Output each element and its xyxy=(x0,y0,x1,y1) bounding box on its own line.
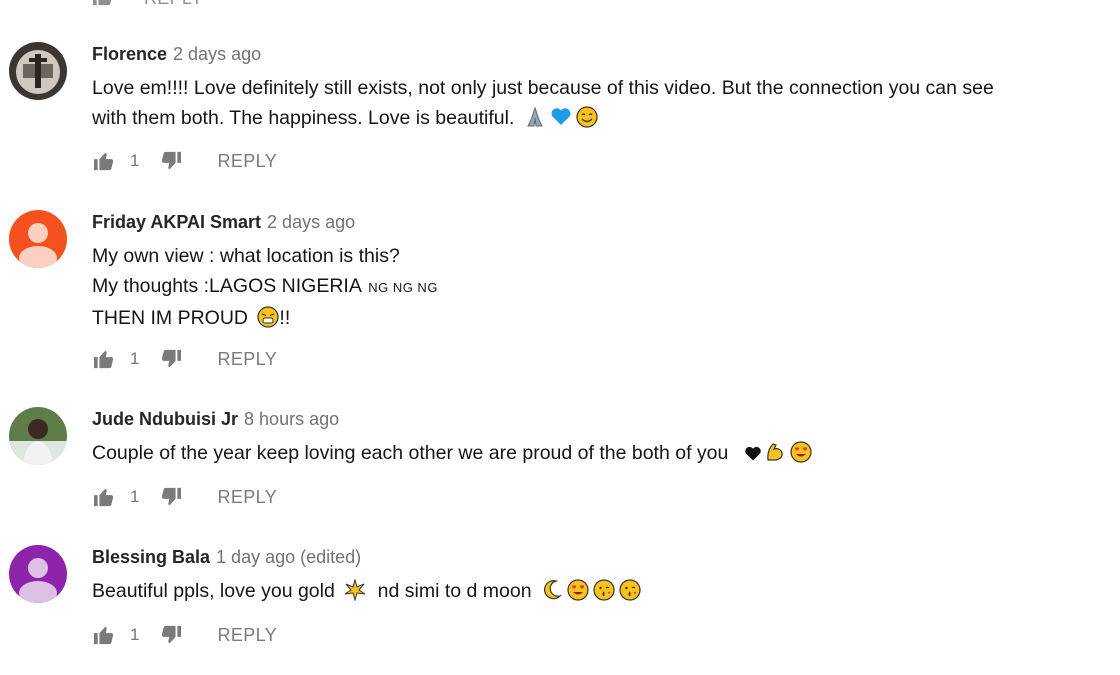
reply-button[interactable]: REPLY xyxy=(217,625,277,646)
avatar[interactable] xyxy=(9,407,67,465)
like-count: 1 xyxy=(130,487,140,506)
like-button[interactable] xyxy=(92,151,116,171)
like-count: 1 xyxy=(130,625,140,644)
thumbs-up-icon xyxy=(94,626,114,645)
sparkle-star-emoji-icon xyxy=(344,578,366,610)
crying-face-emoji-icon xyxy=(257,306,280,337)
dislike-button[interactable] xyxy=(159,151,183,171)
folded-hands-emoji-icon xyxy=(524,106,546,137)
comment-line: Beautiful ppls, love you gold xyxy=(92,580,335,602)
comment-time[interactable]: 2 days ago xyxy=(173,44,261,64)
comment-line: nd simi to d moon xyxy=(377,580,532,602)
thumbs-down-icon xyxy=(162,625,182,644)
thumbs-up-icon xyxy=(94,488,114,507)
thumbs-up-icon[interactable] xyxy=(92,0,114,11)
like-count: 1 xyxy=(130,349,140,368)
reply-button[interactable]: REPLY xyxy=(217,349,277,370)
thumbs-up-icon xyxy=(94,350,114,369)
reply-button[interactable]: REPLY xyxy=(217,151,277,172)
comment-text: My own view : what location is this? My … xyxy=(92,241,1080,337)
avatar[interactable] xyxy=(9,545,67,603)
thumbs-down-icon xyxy=(162,151,182,170)
comment-author[interactable]: Friday AKPAI Smart xyxy=(92,212,261,232)
kissing-face-emoji-icon xyxy=(619,579,641,610)
comment-line: My thoughts :LAGOS NIGERIA xyxy=(92,275,361,297)
comment-time[interactable]: 1 day ago (edited) xyxy=(216,547,361,567)
smiling-face-emoji-icon xyxy=(576,106,598,137)
comment-line: THEN IM PROUD xyxy=(92,307,248,329)
comment-line: with them both. The happiness. Love is b… xyxy=(92,107,515,129)
crescent-moon-emoji-icon xyxy=(541,579,563,610)
comment-text: Couple of the year keep loving each othe… xyxy=(92,438,1080,472)
flexed-biceps-emoji-icon xyxy=(764,441,786,472)
reply-button[interactable]: REPLY xyxy=(144,0,203,9)
avatar[interactable] xyxy=(9,42,67,100)
comment-time[interactable]: 2 days ago xyxy=(267,212,355,232)
like-count: 1 xyxy=(130,151,140,170)
comment-line: Love em!!!! Love definitely still exists… xyxy=(92,77,994,99)
like-button[interactable] xyxy=(92,487,116,507)
blue-heart-emoji-icon xyxy=(550,106,572,137)
comment-actions: 1 REPLY xyxy=(92,148,277,174)
dislike-button[interactable] xyxy=(159,349,183,369)
comment-actions: 1 REPLY xyxy=(92,484,277,510)
comment-author[interactable]: Blessing Bala xyxy=(92,547,210,567)
avatar[interactable] xyxy=(9,210,67,268)
flag-icons: NG NG NG xyxy=(368,280,438,295)
dislike-button[interactable] xyxy=(159,625,183,645)
comment-author[interactable]: Florence xyxy=(92,44,167,64)
reply-button[interactable]: REPLY xyxy=(217,487,277,508)
heart-eyes-emoji-icon xyxy=(567,579,589,610)
thumbs-down-icon xyxy=(162,349,182,368)
comment-text: Love em!!!! Love definitely still exists… xyxy=(92,73,1080,137)
kissing-face-emoji-icon xyxy=(593,579,615,610)
like-button[interactable] xyxy=(92,625,116,645)
comment-time[interactable]: 8 hours ago xyxy=(244,409,339,429)
like-button[interactable] xyxy=(92,349,116,369)
comment-line: Couple of the year keep loving each othe… xyxy=(92,442,729,464)
heart-eyes-emoji-icon xyxy=(790,441,812,472)
comment-actions: 1 REPLY xyxy=(92,622,277,648)
dislike-button[interactable] xyxy=(159,487,183,507)
thumbs-down-icon xyxy=(162,487,182,506)
comment-exclaim: !! xyxy=(279,307,291,329)
thumbs-up-icon xyxy=(94,152,114,171)
comment-actions: 1 REPLY xyxy=(92,346,277,372)
comment-line: My own view : what location is this? xyxy=(92,245,400,267)
previous-comment-actions: REPLY xyxy=(92,0,203,11)
comment-author[interactable]: Jude Ndubuisi Jr xyxy=(92,409,238,429)
black-heart-emoji-icon xyxy=(744,442,762,472)
comment-text: Beautiful ppls, love you gold nd simi to… xyxy=(92,576,1080,610)
